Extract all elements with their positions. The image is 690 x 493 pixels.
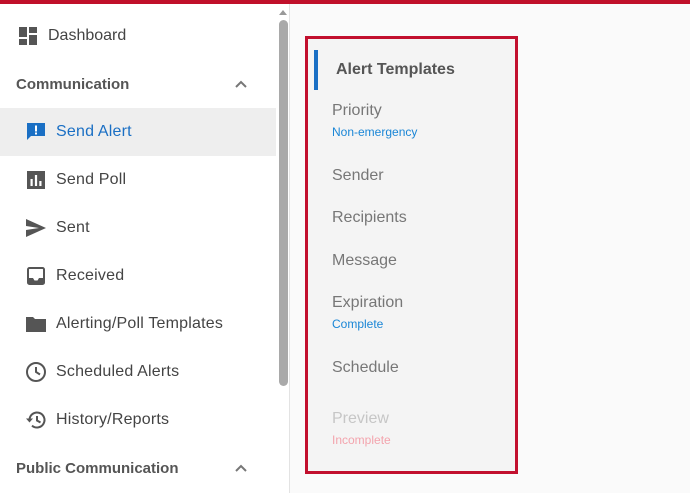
step-priority[interactable]: Priority Non-emergency: [332, 102, 417, 139]
sidebar-item-history-reports[interactable]: History/Reports: [0, 396, 276, 444]
sidebar-item-sent[interactable]: Sent: [0, 204, 276, 252]
sidebar-item-send-poll[interactable]: Send Poll: [0, 156, 276, 204]
sidebar-item-label: Alerting/Poll Templates: [56, 315, 224, 332]
sidebar-item-label: Scheduled Alerts: [56, 363, 180, 380]
scrollbar-thumb[interactable]: [279, 20, 288, 386]
step-schedule[interactable]: Schedule: [332, 359, 399, 377]
sidebar-item-send-alert[interactable]: Send Alert: [0, 108, 276, 156]
section-public-communication[interactable]: Public Communication: [0, 448, 276, 488]
step-status: Complete: [332, 317, 384, 331]
sidebar-item-label: Dashboard: [48, 27, 127, 44]
send-arrow-icon: [24, 216, 48, 240]
poll-chart-icon: [24, 168, 48, 192]
sidebar-item-label: Send Alert: [56, 123, 132, 140]
alert-message-icon: [24, 120, 48, 144]
section-heading: Public Communication: [16, 459, 179, 477]
clock-icon: [24, 360, 48, 384]
steps-title: Alert Templates: [336, 61, 455, 78]
step-sender[interactable]: Sender: [332, 167, 384, 185]
sidebar-item-scheduled-alerts[interactable]: Scheduled Alerts: [0, 348, 276, 396]
sidebar-item-label: Send Poll: [56, 171, 127, 188]
chevron-up-icon[interactable]: [234, 77, 248, 91]
sidebar-item-label: Received: [56, 267, 125, 284]
step-status: Incomplete: [332, 433, 391, 447]
sidebar-item-label: Sent: [56, 219, 90, 236]
step-name: Priority: [332, 102, 382, 119]
sidebar-item-dashboard[interactable]: Dashboard: [0, 16, 276, 56]
active-step-indicator: [314, 50, 318, 90]
sidebar-item-label: History/Reports: [56, 411, 170, 428]
step-name: Expiration: [332, 294, 404, 311]
section-heading: Communication: [16, 75, 130, 93]
history-icon: [24, 408, 48, 432]
sidebar: Dashboard Communication Send Alert Send …: [0, 4, 290, 493]
sidebar-item-alerting-poll-templates[interactable]: Alerting/Poll Templates: [0, 300, 276, 348]
dashboard-icon: [16, 24, 40, 48]
section-communication[interactable]: Communication: [0, 64, 276, 104]
step-recipients[interactable]: Recipients: [332, 209, 407, 227]
step-name: Message: [332, 252, 397, 269]
folder-icon: [24, 312, 48, 336]
scrollbar-up-arrow[interactable]: [279, 10, 287, 15]
sidebar-item-received[interactable]: Received: [0, 252, 276, 300]
step-name: Sender: [332, 167, 384, 184]
step-message[interactable]: Message: [332, 252, 397, 270]
chevron-up-icon[interactable]: [234, 461, 248, 475]
alert-steps-panel: Alert Templates Priority Non-emergency S…: [305, 36, 518, 474]
step-name: Schedule: [332, 359, 399, 376]
step-name: Recipients: [332, 209, 407, 226]
step-status: Non-emergency: [332, 125, 418, 139]
inbox-icon: [24, 264, 48, 288]
step-expiration[interactable]: Expiration Complete: [332, 294, 403, 331]
step-preview: Preview Incomplete: [332, 410, 391, 447]
step-name: Preview: [332, 410, 389, 427]
